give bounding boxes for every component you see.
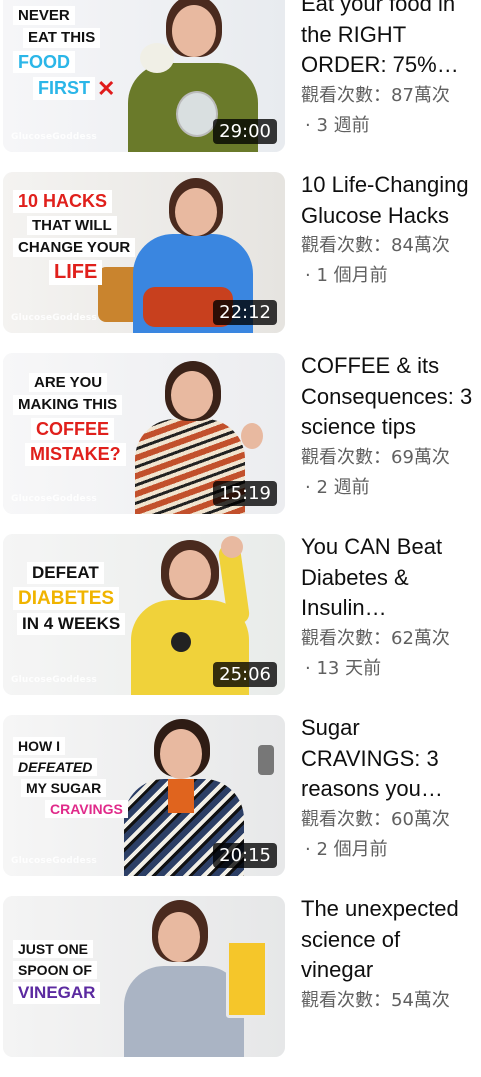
video-views: 觀看次數：62萬次	[301, 627, 450, 649]
video-title[interactable]: Eat your food in the RIGHT ORDER: 75% le…	[301, 0, 476, 81]
video-item[interactable]: JUST ONE SPOON OF VINEGAR The unexpected…	[0, 896, 481, 1077]
video-info: Eat your food in the RIGHT ORDER: 75% le…	[301, 0, 476, 141]
thumb-text-2: DIABETES	[13, 586, 120, 611]
video-thumbnail[interactable]: NEVER EAT THIS FOOD FIRST ✕ GlucoseGodde…	[3, 0, 285, 152]
video-views: 觀看次數：54萬次	[301, 989, 450, 1011]
video-duration: 29:00	[213, 119, 277, 144]
video-thumbnail[interactable]: DEFEAT DIABETES IN 4 WEEKS GlucoseGoddes…	[3, 534, 285, 695]
thumb-text-3: CHANGE YOUR	[13, 237, 136, 258]
thumb-text-2: SPOON OF	[13, 961, 97, 980]
thumb-text-1: 10 HACKS	[13, 190, 113, 213]
brand-watermark: GlucoseGoddess	[11, 675, 97, 685]
video-title[interactable]: Sugar CRAVINGS: 3 reasons you crave suga…	[301, 713, 476, 805]
presenter-image	[118, 896, 283, 1057]
video-views: 觀看次數：69萬次	[301, 446, 450, 468]
brand-watermark: GlucoseGoddess	[11, 132, 97, 142]
video-info: You CAN Beat Diabetes & Insulin Resistan…	[301, 532, 476, 684]
video-info: 10 Life-Changing Glucose Hacks 觀看次數：84萬次…	[301, 170, 476, 291]
video-title[interactable]: You CAN Beat Diabetes & Insulin Resistan…	[301, 532, 476, 624]
video-item[interactable]: DEFEAT DIABETES IN 4 WEEKS GlucoseGoddes…	[0, 534, 481, 715]
brand-watermark: GlucoseGoddess	[11, 494, 97, 504]
thumb-text-4: CRAVINGS	[45, 800, 128, 819]
video-thumbnail[interactable]: JUST ONE SPOON OF VINEGAR	[3, 896, 285, 1057]
thumb-text-3: FOOD	[13, 50, 75, 74]
video-age: · 2 個月前	[305, 838, 388, 860]
video-duration: 15:19	[213, 481, 277, 506]
video-info: COFFEE & its Consequences: 3 science tip…	[301, 351, 476, 503]
thumb-text-3: VINEGAR	[13, 982, 101, 1004]
video-views: 觀看次數：60萬次	[301, 808, 450, 830]
thumb-text-3: IN 4 WEEKS	[17, 613, 126, 635]
video-item[interactable]: 10 HACKS THAT WILL CHANGE YOUR LIFE Gluc…	[0, 172, 481, 353]
video-info: The unexpected science of vinegar 觀看次數：5…	[301, 894, 476, 1016]
thumb-text-3: COFFEE	[31, 417, 115, 441]
video-thumbnail[interactable]: 10 HACKS THAT WILL CHANGE YOUR LIFE Gluc…	[3, 172, 285, 333]
video-age: · 13 天前	[305, 657, 382, 679]
video-title[interactable]: 10 Life-Changing Glucose Hacks	[301, 170, 476, 231]
cross-icon: ✕	[97, 76, 116, 102]
thumb-text-4: FIRST	[33, 77, 95, 101]
thumb-text-4: LIFE	[49, 260, 103, 286]
video-item[interactable]: NEVER EAT THIS FOOD FIRST ✕ GlucoseGodde…	[0, 0, 481, 172]
video-thumbnail[interactable]: ARE YOU MAKING THIS COFFEE MISTAKE? Gluc…	[3, 353, 285, 514]
video-feed: NEVER EAT THIS FOOD FIRST ✕ GlucoseGodde…	[0, 0, 481, 1077]
thumb-text-1: NEVER	[13, 6, 75, 26]
video-item[interactable]: HOW I DEFEATED MY SUGAR CRAVINGS Glucose…	[0, 715, 481, 896]
thumb-text-2: MAKING THIS	[13, 395, 123, 415]
thumb-text-1: HOW I	[13, 737, 65, 756]
video-duration: 25:06	[213, 662, 277, 687]
video-age: · 1 個月前	[305, 265, 388, 286]
thumb-text-1: ARE YOU	[29, 373, 108, 393]
thumb-text-1: DEFEAT	[27, 562, 104, 584]
video-age: · 3 週前	[305, 114, 370, 136]
thumb-text-2: EAT THIS	[23, 28, 101, 48]
video-title[interactable]: The unexpected science of vinegar	[301, 894, 476, 986]
thumb-text-2: THAT WILL	[27, 215, 117, 235]
thumb-text-4: MISTAKE?	[25, 443, 126, 466]
video-info: Sugar CRAVINGS: 3 reasons you crave suga…	[301, 713, 476, 865]
video-duration: 22:12	[213, 300, 277, 325]
video-views: 觀看次數：87萬次	[301, 84, 450, 106]
video-title[interactable]: COFFEE & its Consequences: 3 science tip…	[301, 351, 476, 443]
video-item[interactable]: ARE YOU MAKING THIS COFFEE MISTAKE? Gluc…	[0, 353, 481, 534]
video-thumbnail[interactable]: HOW I DEFEATED MY SUGAR CRAVINGS Glucose…	[3, 715, 285, 876]
brand-watermark: GlucoseGoddess	[11, 856, 97, 866]
thumb-text-3: MY SUGAR	[21, 779, 107, 798]
thumb-text-1: JUST ONE	[18, 941, 89, 958]
video-age: · 2 週前	[305, 476, 370, 498]
thumb-text-2: DEFEATED	[13, 758, 98, 777]
video-duration: 20:15	[213, 843, 277, 868]
video-views: 觀看次數：84萬次	[301, 235, 450, 256]
brand-watermark: GlucoseGoddess	[11, 313, 97, 323]
